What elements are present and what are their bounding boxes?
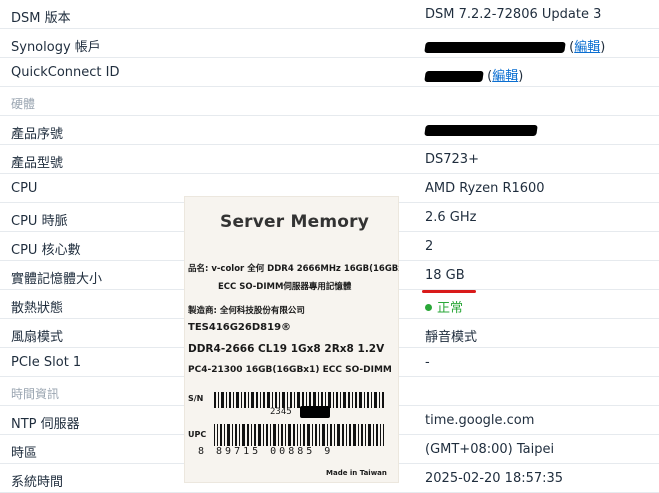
row-serial-number: 產品序號 (0, 116, 659, 145)
row-label: 風扇模式 (11, 330, 64, 345)
memory-label-photo: Server Memory 品名: v-color 全何 DDR4 2666MH… (184, 196, 399, 483)
row-label: 散熱狀態 (11, 301, 64, 316)
annotation-underline (422, 290, 476, 293)
row-label: 產品序號 (11, 127, 64, 142)
row-value: 靜音模式 (425, 330, 478, 345)
row-label: Synology 帳戶 (11, 40, 101, 55)
memory-label-manufacturer: 製造商: 全何科技股份有限公司 (188, 306, 305, 316)
section-label: 硬體 (11, 97, 36, 111)
row-label: PCIe Slot 1 (11, 355, 82, 370)
redacted-value (424, 71, 484, 82)
row-value: 2 (425, 239, 434, 254)
edit-link[interactable]: 編輯 (574, 40, 600, 55)
row-value: (GMT+08:00) Taipei (425, 442, 555, 457)
upc-barcode (214, 424, 384, 446)
memory-label-part-number: TES416G26D819® (188, 322, 292, 333)
row-label: 實體記憶體大小 (11, 272, 103, 287)
status-dot-icon (425, 304, 432, 311)
row-label: 時區 (11, 446, 38, 461)
memory-label-product-desc: ECC SO-DIMM伺服器專用記憶體 (218, 282, 352, 292)
row-value: - (425, 355, 430, 370)
row-value: DS723+ (425, 152, 479, 167)
memory-label-upc-label: UPC (188, 430, 207, 439)
row-value: time.google.com (425, 413, 535, 428)
row-value: 正常 (425, 297, 463, 316)
row-value: 18 GB (425, 268, 465, 283)
redacted-value (424, 42, 566, 53)
memory-label-sn-label: S/N (188, 394, 204, 403)
row-label: NTP 伺服器 (11, 417, 80, 432)
row-label: CPU (11, 181, 38, 196)
memory-label-spec-1: DDR4-2666 CL19 1Gx8 2Rx8 1.2V (188, 343, 385, 355)
row-value (424, 123, 538, 138)
row-label: CPU 時脈 (11, 214, 68, 229)
row-value: DSM 7.2.2-72806 Update 3 (425, 7, 602, 22)
row-label: CPU 核心數 (11, 243, 81, 258)
row-quickconnect-id: QuickConnect ID (編輯) (0, 58, 659, 87)
memory-label-made-in: Made in Taiwan (326, 469, 387, 477)
row-value: 2.6 GHz (425, 210, 477, 225)
row-model: 產品型號 DS723+ (0, 145, 659, 174)
row-synology-account: Synology 帳戶 (編輯) (0, 29, 659, 58)
row-label: 系統時間 (11, 475, 64, 490)
redacted-serial (300, 406, 330, 418)
row-dsm-version: DSM 版本 DSM 7.2.2-72806 Update 3 (0, 0, 659, 29)
memory-label-spec-2: PC4-21300 16GB(16GBx1) ECC SO-DIMM (188, 365, 392, 375)
row-value: 2025-02-20 18:57:35 (425, 471, 564, 486)
section-hardware: 硬體 (0, 87, 659, 116)
memory-label-upc-value: 8 89715 00885 9 (198, 446, 334, 457)
edit-link[interactable]: 編輯 (492, 69, 518, 84)
row-value: (編輯) (424, 36, 605, 55)
row-label: DSM 版本 (11, 11, 71, 26)
redacted-value (424, 125, 538, 136)
row-label: 產品型號 (11, 156, 64, 171)
section-label: 時間資訊 (11, 387, 60, 401)
row-value: (編輯) (424, 65, 523, 84)
memory-label-sn-value: 2345 (270, 407, 292, 417)
row-value: AMD Ryzen R1600 (425, 181, 545, 196)
status-text: 正常 (437, 301, 464, 316)
row-label: QuickConnect ID (11, 65, 120, 80)
memory-label-product-name: 品名: v-color 全何 DDR4 2666MHz 16GB(16GBx1) (188, 264, 399, 274)
memory-label-title: Server Memory (220, 212, 369, 232)
